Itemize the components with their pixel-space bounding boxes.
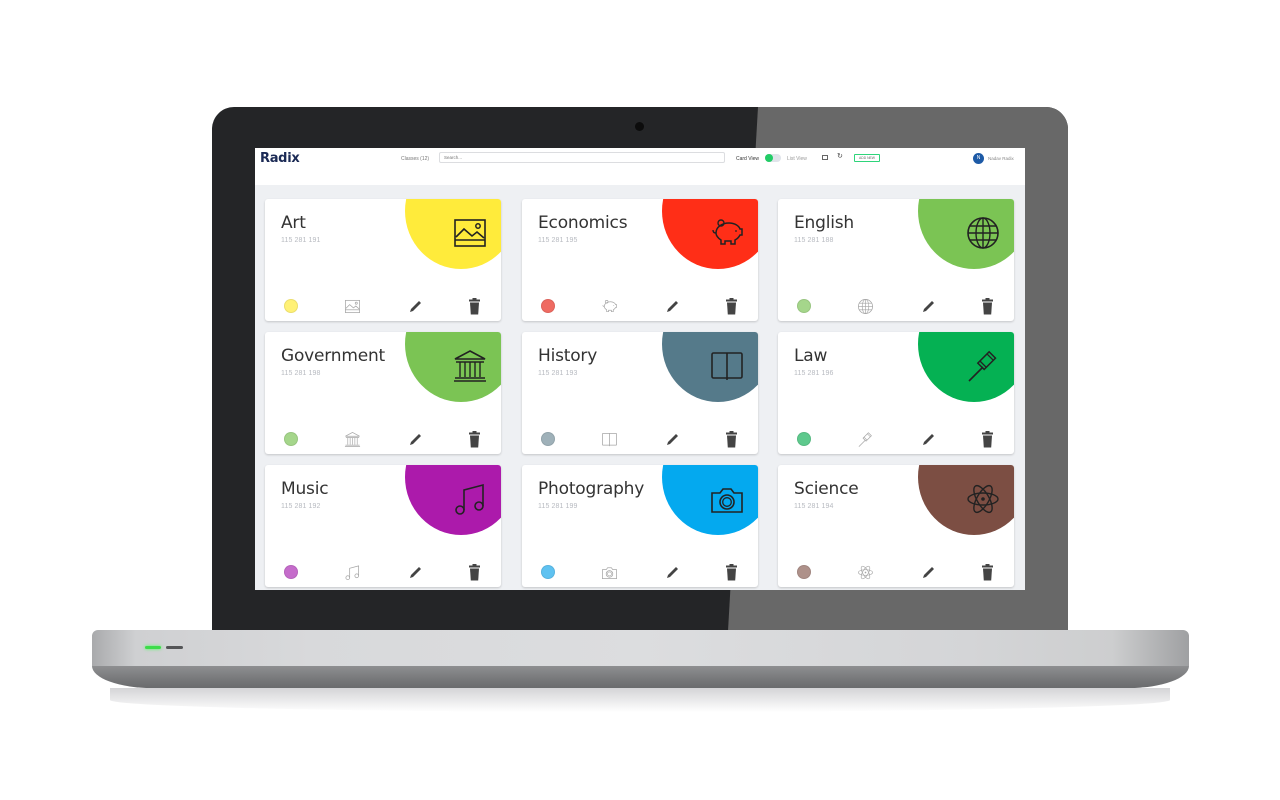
book-icon: [711, 352, 743, 380]
atom-icon: [967, 484, 999, 514]
card-title[interactable]: Economics: [538, 213, 628, 233]
card-id: 115 281 196: [794, 370, 834, 377]
card-id: 115 281 194: [794, 503, 834, 510]
color-picker-dot[interactable]: [284, 565, 298, 579]
classes-count: Classes (12): [401, 156, 430, 162]
music-note-icon[interactable]: [344, 564, 361, 581]
card-title[interactable]: Government: [281, 346, 385, 366]
gavel-icon: [968, 350, 997, 382]
card-id: 115 281 195: [538, 237, 578, 244]
camera-icon: [711, 488, 743, 513]
edit-pencil-icon[interactable]: [664, 298, 681, 315]
edit-pencil-icon[interactable]: [664, 431, 681, 448]
class-card[interactable]: Economics 115 281 195: [522, 199, 758, 321]
globe-icon: [967, 217, 999, 249]
laptop-base-bottom: [92, 666, 1189, 688]
bank-building-icon[interactable]: [344, 431, 361, 448]
edit-pencil-icon[interactable]: [920, 298, 937, 315]
atom-icon[interactable]: [857, 564, 874, 581]
edit-pencil-icon[interactable]: [407, 564, 424, 581]
image-view-icon[interactable]: [822, 155, 828, 160]
image-icon[interactable]: [344, 298, 361, 315]
bank-building-icon: [454, 350, 486, 382]
card-title[interactable]: Law: [794, 346, 827, 366]
edit-pencil-icon[interactable]: [407, 431, 424, 448]
class-card[interactable]: Music 115 281 192: [265, 465, 501, 587]
edit-pencil-icon[interactable]: [920, 431, 937, 448]
color-picker-dot[interactable]: [797, 432, 811, 446]
color-picker-dot[interactable]: [284, 432, 298, 446]
class-card[interactable]: Science 115 281 194: [778, 465, 1014, 587]
class-card[interactable]: English 115 281 188: [778, 199, 1014, 321]
class-card[interactable]: Government 115 281 198: [265, 332, 501, 454]
color-picker-dot[interactable]: [541, 432, 555, 446]
edit-pencil-icon[interactable]: [407, 298, 424, 315]
app-logo[interactable]: Radix: [260, 151, 300, 166]
card-id: 115 281 191: [281, 237, 321, 244]
add-new-button[interactable]: ADD NEW: [854, 154, 880, 162]
laptop-reflection: [110, 688, 1170, 712]
list-view-label[interactable]: List View: [787, 156, 807, 162]
delete-trash-icon[interactable]: [724, 431, 739, 448]
laptop-base: [92, 630, 1189, 666]
piggy-bank-icon[interactable]: [601, 298, 618, 315]
music-note-icon: [455, 483, 484, 515]
class-card[interactable]: History 115 281 193: [522, 332, 758, 454]
avatar[interactable]: N: [973, 153, 984, 164]
card-view-label[interactable]: Card View: [736, 156, 759, 162]
refresh-icon[interactable]: ↻: [837, 153, 843, 161]
delete-trash-icon[interactable]: [467, 431, 482, 448]
piggy-bank-icon: [712, 219, 743, 245]
status-led: [166, 646, 183, 649]
card-title[interactable]: Photography: [538, 479, 644, 499]
delete-trash-icon[interactable]: [467, 298, 482, 315]
webcam: [635, 122, 644, 131]
card-title[interactable]: Art: [281, 213, 306, 233]
card-title[interactable]: English: [794, 213, 854, 233]
card-title[interactable]: History: [538, 346, 597, 366]
app-screen: Radix Classes (12) Card View List View ↻…: [255, 148, 1025, 590]
card-title[interactable]: Music: [281, 479, 329, 499]
card-id: 115 281 199: [538, 503, 578, 510]
delete-trash-icon[interactable]: [980, 564, 995, 581]
edit-pencil-icon[interactable]: [664, 564, 681, 581]
view-toggle[interactable]: [765, 154, 781, 162]
top-bar: Radix Classes (12) Card View List View ↻…: [255, 148, 1025, 185]
book-icon[interactable]: [601, 431, 618, 448]
class-card[interactable]: Law 115 281 196: [778, 332, 1014, 454]
card-id: 115 281 198: [281, 370, 321, 377]
card-title[interactable]: Science: [794, 479, 859, 499]
color-picker-dot[interactable]: [541, 565, 555, 579]
card-id: 115 281 193: [538, 370, 578, 377]
globe-icon[interactable]: [857, 298, 874, 315]
class-card[interactable]: Photography 115 281 199: [522, 465, 758, 587]
color-picker-dot[interactable]: [541, 299, 555, 313]
card-id: 115 281 188: [794, 237, 834, 244]
gavel-icon[interactable]: [857, 431, 874, 448]
delete-trash-icon[interactable]: [980, 431, 995, 448]
delete-trash-icon[interactable]: [467, 564, 482, 581]
card-id: 115 281 192: [281, 503, 321, 510]
color-picker-dot[interactable]: [284, 299, 298, 313]
color-picker-dot[interactable]: [797, 299, 811, 313]
toggle-knob: [765, 154, 773, 162]
delete-trash-icon[interactable]: [980, 298, 995, 315]
search-input[interactable]: [439, 152, 725, 163]
class-card[interactable]: Art 115 281 191: [265, 199, 501, 321]
color-picker-dot[interactable]: [797, 565, 811, 579]
image-icon: [454, 219, 486, 247]
delete-trash-icon[interactable]: [724, 564, 739, 581]
edit-pencil-icon[interactable]: [920, 564, 937, 581]
camera-icon[interactable]: [601, 564, 618, 581]
user-name[interactable]: Nadav Radix: [988, 156, 1014, 161]
delete-trash-icon[interactable]: [724, 298, 739, 315]
power-led: [145, 646, 161, 649]
